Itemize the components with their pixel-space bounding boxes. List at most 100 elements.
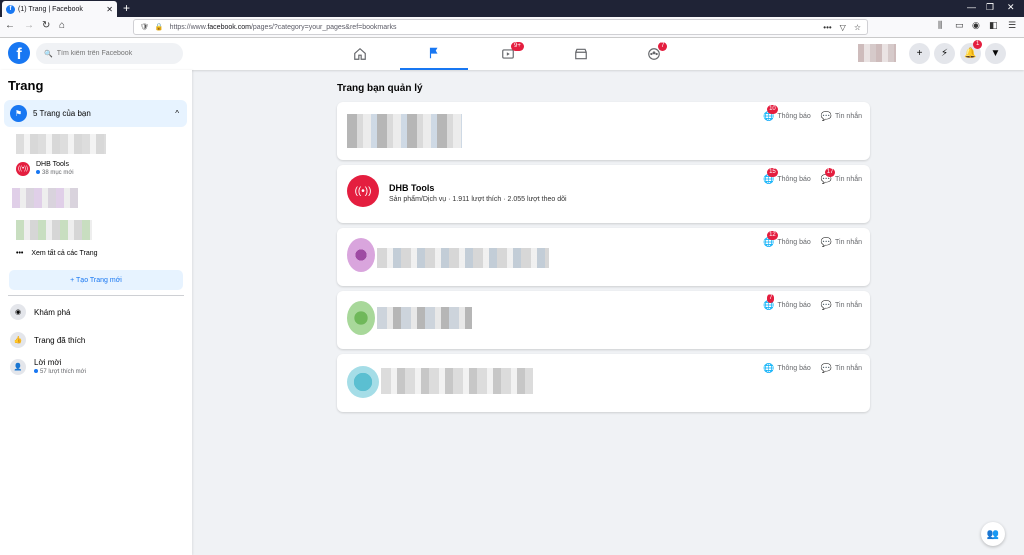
sidebar-dhb-sub: 38 mục mới xyxy=(42,170,74,176)
chevron-up-icon[interactable]: ^ xyxy=(175,109,179,118)
dhb-logo-icon: ((•)) xyxy=(16,161,30,176)
shield-icon[interactable]: 🛡 xyxy=(140,23,149,31)
search-input[interactable] xyxy=(56,50,177,57)
msg-label: Tin nhắn xyxy=(835,302,862,309)
notif-label: Thông báo xyxy=(777,365,811,372)
search-box[interactable]: 🔍 xyxy=(36,43,183,64)
msg-badge: 17 xyxy=(824,168,836,177)
chat-icon: 💬 xyxy=(820,111,833,121)
library-icon[interactable]: ⫼ xyxy=(938,20,942,31)
thumbs-up-icon: 👍 xyxy=(10,332,26,348)
account-menu-chevron-icon[interactable]: ▼ xyxy=(985,43,1006,64)
notifications-badge: 1 xyxy=(973,40,983,49)
blurred-page-item[interactable] xyxy=(16,220,92,240)
forward-icon[interactable]: → xyxy=(24,20,34,31)
flag-icon: ⚑ xyxy=(10,105,27,122)
nav-watch[interactable]: 9+ xyxy=(474,38,542,70)
pocket-icon[interactable]: ▽ xyxy=(840,23,846,32)
account-icon[interactable]: ◉ xyxy=(972,20,980,31)
sidebar-item-discover[interactable]: ◉ Khám phá xyxy=(10,304,70,320)
window-close-icon[interactable]: ✕ xyxy=(1007,2,1015,13)
tab-title: (1) Trang | Facebook xyxy=(18,5,83,13)
facebook-logo-icon[interactable]: f xyxy=(8,42,30,64)
nav-home[interactable] xyxy=(326,38,394,70)
blurred-page-info xyxy=(377,307,472,329)
extension-icon[interactable]: ◧ xyxy=(989,20,998,31)
new-tab-icon[interactable]: + xyxy=(123,1,130,15)
notifications-action[interactable]: 🌐 Thông báo xyxy=(763,363,811,374)
see-all-pages[interactable]: ••• Xem tất cả các Trang xyxy=(16,250,98,257)
create-page-button[interactable]: + Tạo Trang mới xyxy=(9,270,183,290)
chat-icon: 💬 xyxy=(820,237,833,247)
home-page-icon[interactable]: ⌂ xyxy=(59,20,65,31)
sidebar-dhb-name: DHB Tools xyxy=(36,161,69,168)
blurred-page-info xyxy=(377,248,549,268)
sidebar-my-pages[interactable]: ⚑ 5 Trang của bạn ^ xyxy=(4,100,187,127)
blurred-page-info xyxy=(381,368,533,394)
messages-action[interactable]: 💬 Tin nhắn xyxy=(821,237,862,248)
managed-page-card[interactable]: 🌐 10 Thông báo 💬 Tin nhắn xyxy=(337,102,870,160)
more-icon[interactable]: ••• xyxy=(823,23,831,32)
notif-badge: 10 xyxy=(767,105,778,114)
watch-badge: 9+ xyxy=(511,42,524,51)
person-add-icon: 👤 xyxy=(10,358,26,375)
compass-icon: ◉ xyxy=(10,304,26,320)
lock-icon[interactable]: 🔒 xyxy=(155,23,164,31)
managed-page-card[interactable]: 🌐 7 Thông báo 💬 Tin nhắn xyxy=(337,291,870,349)
marketplace-icon xyxy=(575,48,587,60)
page-name[interactable]: DHB Tools xyxy=(389,183,434,193)
new-dot-icon xyxy=(34,369,38,373)
nav-groups[interactable]: 7 xyxy=(620,38,688,70)
nav-pages[interactable] xyxy=(400,38,468,70)
bookmark-star-icon[interactable]: ☆ xyxy=(854,23,861,32)
create-plus-icon[interactable]: + xyxy=(909,43,930,64)
reload-icon[interactable]: ↻ xyxy=(42,20,50,31)
pages-sidebar: Trang ⚑ 5 Trang của bạn ^ ((•)) DHB Tool… xyxy=(0,70,192,555)
url-path: /pages/?category=your_pages&ref=bookmark… xyxy=(250,23,397,31)
managed-page-card[interactable]: 🌐 12 Thông báo 💬 Tin nhắn xyxy=(337,228,870,286)
sidebar-toggle-icon[interactable]: ▭ xyxy=(955,20,964,31)
nav-marketplace[interactable] xyxy=(547,38,615,70)
notifications-action[interactable]: 🌐 10 Thông báo xyxy=(763,105,811,122)
profile-button[interactable] xyxy=(858,44,896,62)
contacts-people-icon[interactable]: 👥 xyxy=(981,522,1005,546)
sidebar-item-invites[interactable]: 👤 Lời mời 57 lượt thích mới xyxy=(10,358,86,375)
notifications-action[interactable]: 🌐 12 Thông báo xyxy=(763,231,811,248)
messages-action[interactable]: 💬 Tin nhắn xyxy=(821,111,862,122)
notif-label: Thông báo xyxy=(777,302,811,309)
messages-action[interactable]: 💬 Tin nhắn xyxy=(821,363,862,374)
browser-tab[interactable]: f (1) Trang | Facebook ✕ xyxy=(2,1,117,17)
blurred-avatar xyxy=(347,301,375,335)
managed-page-card[interactable]: 🌐 Thông báo 💬 Tin nhắn xyxy=(337,354,870,412)
chat-icon: 💬 xyxy=(820,300,833,310)
notif-label: Thông báo xyxy=(777,176,811,183)
menu-icon[interactable]: ☰ xyxy=(1008,20,1016,31)
managed-page-card-dhb-tools[interactable]: ((•)) DHB Tools Sản phẩm/Dịch vụ · 1.911… xyxy=(337,165,870,223)
page-stats: Sản phẩm/Dịch vụ · 1.911 lượt thích · 2.… xyxy=(389,196,567,203)
more-dots-icon: ••• xyxy=(16,250,24,257)
messages-action[interactable]: 💬 17 Tin nhắn xyxy=(821,168,862,185)
my-pages-label: 5 Trang của bạn xyxy=(33,109,91,118)
notifications-bell-icon[interactable]: 🔔 1 xyxy=(960,40,983,64)
close-icon[interactable]: ✕ xyxy=(106,5,113,14)
notifications-action[interactable]: 🌐 15 Thông báo xyxy=(763,168,811,185)
main-title: Trang bạn quản lý xyxy=(337,83,423,94)
notifications-action[interactable]: 🌐 7 Thông báo xyxy=(763,294,811,311)
messenger-icon[interactable]: ⚡ xyxy=(934,43,955,64)
notif-label: Thông báo xyxy=(777,113,811,120)
minimize-icon[interactable]: — xyxy=(967,2,976,12)
blurred-page-item[interactable] xyxy=(12,188,78,208)
notif-badge: 15 xyxy=(767,168,778,177)
sidebar-item-liked-pages[interactable]: 👍 Trang đã thích xyxy=(10,332,85,348)
notif-badge: 12 xyxy=(767,231,778,240)
restore-icon[interactable]: ❐ xyxy=(986,2,994,13)
sidebar-item-dhb-tools[interactable]: ((•)) DHB Tools 38 mục mới xyxy=(16,161,74,176)
search-icon: 🔍 xyxy=(44,50,53,58)
browser-tabbar: f (1) Trang | Facebook ✕ + — ❐ ✕ xyxy=(0,0,1024,17)
chat-icon: 💬 xyxy=(820,363,833,373)
messages-action[interactable]: 💬 Tin nhắn xyxy=(821,300,862,311)
url-bar[interactable]: 🛡 🔒 https://www. facebook.com/pages/?cate… xyxy=(133,19,868,35)
blurred-page-item[interactable] xyxy=(16,134,106,154)
url-host: facebook.com xyxy=(207,23,251,31)
back-icon[interactable]: ← xyxy=(5,20,15,31)
